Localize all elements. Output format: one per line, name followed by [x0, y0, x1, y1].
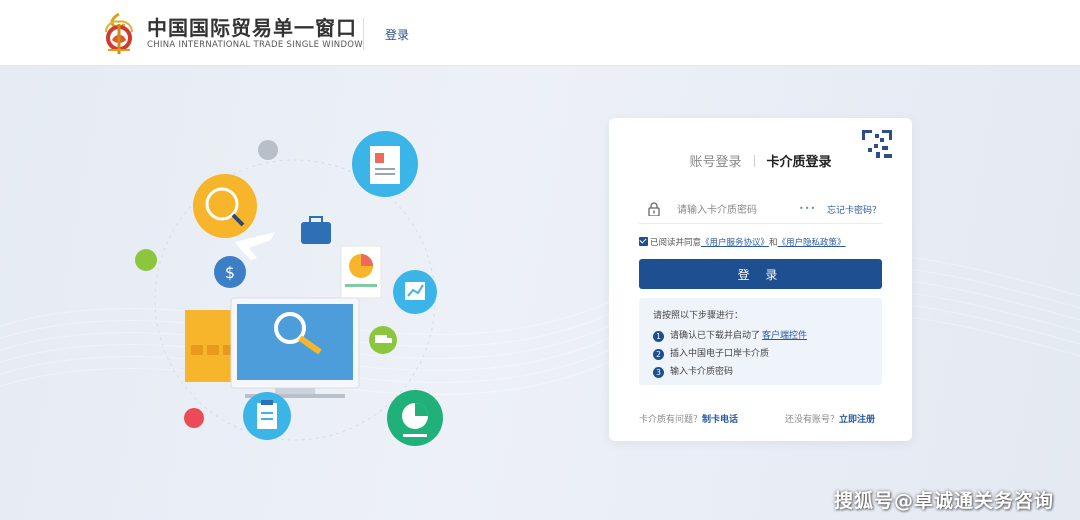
dollar-icon: $	[214, 256, 246, 288]
login-tabs: 账号登录 卡介质登录	[609, 151, 912, 170]
instruction-step: 3 输入卡介质密码	[653, 363, 868, 381]
chart-badge-icon	[393, 270, 437, 314]
donut-chart-badge-icon	[387, 390, 443, 446]
step-number-badge: 3	[653, 366, 664, 378]
card-hotline-link[interactable]: 制卡电话	[702, 415, 738, 425]
globe-search-icon	[193, 174, 257, 238]
truck-badge-icon	[369, 326, 397, 354]
agreement-checkbox[interactable]	[639, 237, 648, 246]
lock-icon	[648, 202, 660, 216]
brand-title-en: CHINA INTERNATIONAL TRADE SINGLE WINDOW	[147, 40, 364, 50]
single-window-logo[interactable]	[98, 8, 140, 56]
step-text: 输入卡介质密码	[670, 367, 734, 377]
card-password-input[interactable]	[677, 201, 787, 219]
svg-text:$: $	[225, 263, 235, 282]
gray-dot-icon	[258, 140, 278, 160]
tab-account-login[interactable]: 账号登录	[689, 151, 741, 170]
instructions-panel: 请按照以下步骤进行： 1 请确认已下载并启动了 客户端控件 2 插入中国电子口岸…	[639, 298, 882, 385]
document-badge-icon	[352, 131, 418, 197]
top-header: 中国国际贸易单一窗口 CHINA INTERNATIONAL TRADE SIN…	[0, 0, 1080, 66]
monitor-icon	[185, 297, 360, 398]
register-footer: 还没有账号？立即注册	[785, 412, 875, 425]
red-dot-icon	[184, 408, 204, 428]
step-number-badge: 2	[653, 348, 664, 360]
tab-separator	[753, 155, 755, 167]
no-account-text: 还没有账号？	[785, 415, 840, 425]
pie-report-icon	[340, 245, 382, 299]
trade-illustration: $	[135, 131, 443, 446]
instructions-title: 请按照以下步骤进行：	[653, 311, 744, 321]
login-submit-button[interactable]: 登 录	[639, 259, 882, 289]
privacy-policy-link[interactable]: 《用户隐私政策》	[778, 238, 846, 248]
green-dot-icon	[135, 249, 157, 271]
agreement-row: 已阅读并同意《用户服务协议》和《用户隐私政策》	[639, 236, 889, 248]
header-login-link[interactable]: 登录	[385, 26, 409, 43]
briefcase-icon	[301, 216, 331, 244]
step-number-badge: 1	[653, 330, 664, 342]
card-help-text: 卡介质有问题？	[639, 415, 703, 425]
agreement-and: 和	[769, 238, 778, 248]
header-divider	[363, 18, 364, 50]
card-help-footer: 卡介质有问题？制卡电话	[639, 412, 738, 425]
login-card: 账号登录 卡介质登录 ••• 忘记卡密码？ 已阅读并同意《用户服务协议》和《用户隐…	[609, 118, 912, 441]
eye-dots-icon[interactable]: •••	[799, 204, 815, 214]
agreement-prefix: 已阅读并同意	[650, 238, 702, 248]
clipboard-badge-icon	[243, 392, 291, 440]
forgot-card-password-link[interactable]: 忘记卡密码？	[827, 203, 881, 216]
client-control-link[interactable]: 客户端控件	[762, 330, 807, 342]
instruction-step: 1 请确认已下载并启动了 客户端控件	[653, 327, 868, 345]
card-password-row: ••• 忘记卡密码？	[639, 198, 882, 224]
airplane-icon	[235, 232, 275, 260]
instruction-step: 2 插入中国电子口岸卡介质	[653, 345, 868, 363]
brand-title-cn: 中国国际贸易单一窗口	[147, 16, 357, 40]
tab-card-login[interactable]: 卡介质登录	[767, 151, 832, 170]
sohu-watermark: 搜狐号@卓诚通关务咨询	[833, 490, 1054, 512]
register-link[interactable]: 立即注册	[839, 415, 875, 425]
step-text: 插入中国电子口岸卡介质	[670, 349, 770, 359]
step-text: 请确认已下载并启动了	[670, 331, 761, 341]
user-service-agreement-link[interactable]: 《用户服务协议》	[701, 238, 769, 248]
